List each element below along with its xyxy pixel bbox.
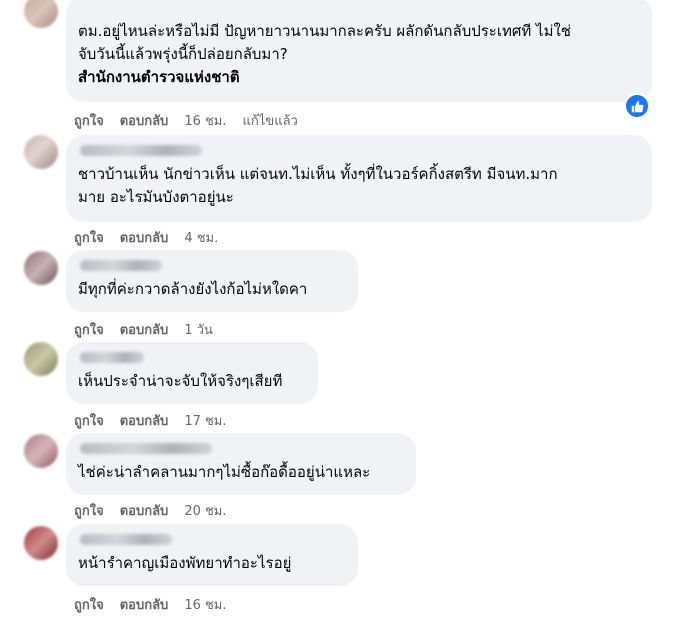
comment-bubble: ชาวบ้านเห็น นักข่าวเห็น แต่จนท.ไม่เห็น ท… [66,135,652,222]
author-name[interactable] [80,145,202,156]
avatar[interactable] [24,0,58,28]
comment-bubble: ไช่ค่ะน่าลำคลานมากๆไม่ซื้อก๊อดื้ออยู่น่า… [66,433,416,495]
like-button[interactable]: ถูกใจ [74,227,104,248]
comment-actions: ถูกใจ ตอบกลับ 16 ชม. แก้ไขแล้ว [74,110,298,131]
author-name[interactable] [80,534,172,545]
comment-actions: ถูกใจ ตอบกลับ 17 ชม. [74,410,227,431]
comment-actions: ถูกใจ ตอบกลับ 16 ชม. [74,594,227,615]
comment-text: ตม.อยู่ไหนล่ะหรือไม่มี ปัญหายาวนานมากละค… [78,22,571,63]
reply-button[interactable]: ตอบกลับ [120,500,169,521]
comment-timestamp[interactable]: 1 วัน [184,319,213,340]
comment-bubble: มีทุกที่ค่ะกวาดล้างยังไงก้อไม่หใดคา [66,250,358,312]
comment-actions: ถูกใจ ตอบกลับ 1 วัน [74,319,213,340]
comment-text: เห็นประจำน่าจะจับให้จริงๆเสียที [78,372,283,390]
comment-timestamp[interactable]: 16 ชม. [184,110,226,131]
author-name[interactable] [80,260,162,271]
avatar[interactable] [24,342,58,376]
author-name[interactable] [80,443,212,454]
like-button[interactable]: ถูกใจ [74,319,104,340]
reply-button[interactable]: ตอบกลับ [120,227,169,248]
like-button[interactable]: ถูกใจ [74,410,104,431]
reply-button[interactable]: ตอบกลับ [120,319,169,340]
reply-button[interactable]: ตอบกลับ [120,594,169,615]
comment-timestamp[interactable]: 4 ชม. [184,227,218,248]
like-button[interactable]: ถูกใจ [74,500,104,521]
comment-bubble: หน้ารำคาญเมืองพัทยาทำอะไรอยู่ [66,524,358,586]
reaction-badge[interactable] [624,93,650,119]
comment-text: ชาวบ้านเห็น นักข่าวเห็น แต่จนท.ไม่เห็น ท… [78,165,558,206]
comment-actions: ถูกใจ ตอบกลับ 20 ชม. [74,500,227,521]
reply-button[interactable]: ตอบกลับ [120,410,169,431]
like-button[interactable]: ถูกใจ [74,110,104,131]
comment-text: ไช่ค่ะน่าลำคลานมากๆไม่ซื้อก๊อดื้ออยู่น่า… [78,463,371,481]
comment-text: มีทุกที่ค่ะกวาดล้างยังไงก้อไม่หใดคา [78,280,308,298]
like-icon [631,100,644,112]
comment-timestamp[interactable]: 16 ชม. [184,594,226,615]
comment-actions: ถูกใจ ตอบกลับ 4 ชม. [74,227,218,248]
author-name[interactable] [80,352,144,363]
edited-label[interactable]: แก้ไขแล้ว [243,110,298,131]
comment-bubble: เห็นประจำน่าจะจับให้จริงๆเสียที [66,342,318,404]
avatar[interactable] [24,526,58,560]
comment-timestamp[interactable]: 20 ชม. [184,500,226,521]
comment-timestamp[interactable]: 17 ชม. [184,410,226,431]
avatar[interactable] [24,434,58,468]
like-button[interactable]: ถูกใจ [74,594,104,615]
avatar[interactable] [24,135,58,169]
comment-bubble: ตม.อยู่ไหนล่ะหรือไม่มี ปัญหายาวนานมากละค… [66,0,652,102]
reply-button[interactable]: ตอบกลับ [120,110,169,131]
comment-text: หน้ารำคาญเมืองพัทยาทำอะไรอยู่ [78,554,292,572]
page-mention-link[interactable]: สำนักงานตำรวจแห่งชาติ [78,66,640,89]
avatar[interactable] [24,251,58,285]
